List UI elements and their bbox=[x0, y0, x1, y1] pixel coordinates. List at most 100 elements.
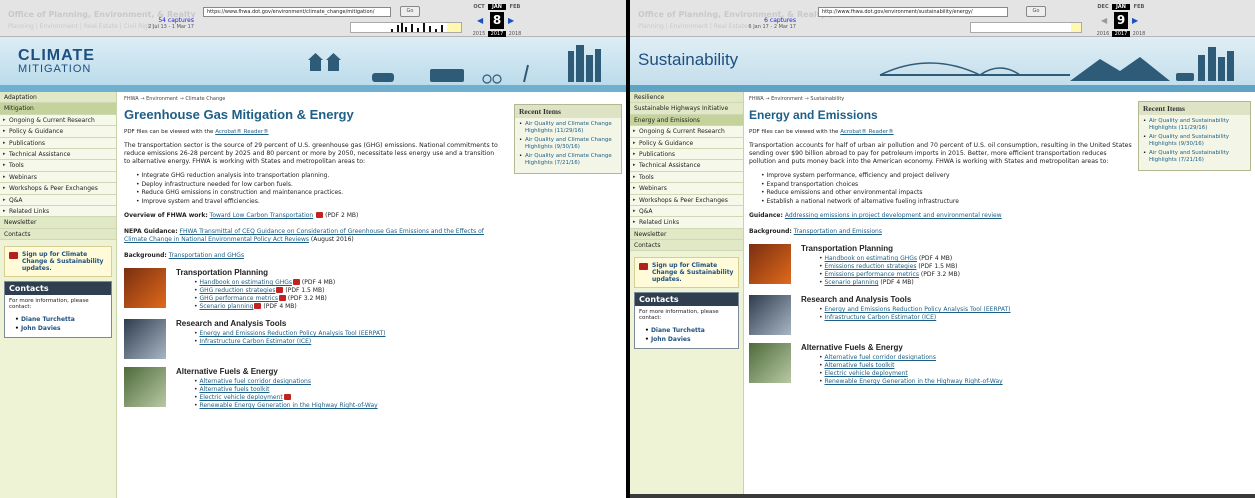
resource-link[interactable]: Electric vehicle deployment bbox=[199, 394, 282, 401]
section-link-item: Alternative fuel corridor designations bbox=[819, 354, 1003, 362]
signup-box[interactable]: Sign up for Climate Change & Sustainabil… bbox=[634, 257, 739, 289]
recent-item-link[interactable]: Air Quality and Sustainability Highlight… bbox=[1143, 134, 1246, 147]
sidebar-item[interactable]: Q&A bbox=[0, 194, 116, 206]
signup-box[interactable]: Sign up for Climate Change & Sustainabil… bbox=[4, 246, 112, 278]
sidebar-item[interactable]: Contacts bbox=[0, 228, 116, 241]
signup-text[interactable]: Sign up for Climate Change & Sustainabil… bbox=[22, 251, 107, 272]
resource-link[interactable]: Scenario planning bbox=[199, 303, 253, 310]
recent-item-link[interactable]: Air Quality and Climate Change Highlight… bbox=[519, 137, 617, 150]
sidebar-item[interactable]: Workshops & Peer Exchanges bbox=[630, 194, 743, 206]
sidebar-item[interactable]: Technical Assistance bbox=[630, 160, 743, 172]
captures-link[interactable]: 54 captures bbox=[158, 17, 194, 24]
sidebar-item[interactable]: Energy and Emissions bbox=[630, 114, 743, 127]
signup-text[interactable]: Sign up for Climate Change & Sustainabil… bbox=[652, 262, 734, 283]
resource-section: Transportation Planning Handbook on estim… bbox=[749, 244, 1135, 287]
prev-capture-arrow-icon[interactable]: ◀ bbox=[477, 16, 483, 25]
sidebar-item[interactable]: Related Links bbox=[0, 205, 116, 218]
background-link[interactable]: Transportation and Emissions bbox=[794, 228, 882, 235]
contacts-box: Contacts For more information, please co… bbox=[4, 281, 112, 339]
banner-illustration bbox=[308, 45, 601, 84]
resource-link[interactable]: Handbook on estimating GHGs bbox=[824, 255, 917, 262]
resource-link[interactable]: Emissions reduction strategies bbox=[824, 263, 916, 270]
prev-month[interactable]: OCT bbox=[470, 4, 488, 10]
recent-item-link[interactable]: Air Quality and Sustainability Highlight… bbox=[1143, 150, 1246, 163]
resource-link[interactable]: GHG performance metrics bbox=[199, 295, 278, 302]
wayback-go-button[interactable]: Go bbox=[400, 6, 420, 17]
sidebar-item[interactable]: Mitigation bbox=[0, 103, 116, 115]
acrobat-link[interactable]: Acrobat® Reader® bbox=[840, 129, 893, 135]
acrobat-text: PDF files can be viewed with the bbox=[749, 129, 839, 135]
contact-person[interactable]: John Davies bbox=[15, 324, 107, 333]
sidebar-item[interactable]: Sustainable Highways Initiative bbox=[630, 103, 743, 115]
wayback-url-input[interactable]: http://www.fhwa.dot.gov/environment/sust… bbox=[818, 7, 1008, 17]
sidebar-item[interactable]: Newsletter bbox=[0, 217, 116, 229]
resource-link[interactable]: Scenario planning bbox=[824, 279, 878, 286]
sidebar-item[interactable]: Webinars bbox=[630, 183, 743, 195]
captures-info: 6 captures 6 Jan 17 - 2 Mar 17 bbox=[748, 17, 796, 31]
acrobat-link[interactable]: Acrobat® Reader® bbox=[215, 129, 268, 135]
recent-item-link[interactable]: Air Quality and Sustainability Highlight… bbox=[1143, 118, 1246, 131]
wayback-go-button[interactable]: Go bbox=[1026, 6, 1046, 17]
guidance-label: Guidance: bbox=[749, 212, 783, 219]
sidebar-item[interactable]: Resilience bbox=[630, 92, 743, 104]
resource-link[interactable]: Alternative fuel corridor designations bbox=[199, 378, 311, 385]
resource-link[interactable]: Handbook on estimating GHGs bbox=[199, 279, 292, 286]
sidebar-item[interactable]: Tools bbox=[630, 171, 743, 184]
resource-link[interactable]: Emissions performance metrics bbox=[824, 271, 919, 278]
nepa-link[interactable]: FHWA Transmittal of CEQ Guidance on Cons… bbox=[124, 228, 484, 243]
right-screenshot-panel: Office of Planning, Environment, & Realt… bbox=[630, 0, 1255, 498]
sidebar-item[interactable]: Ongoing & Current Research bbox=[630, 126, 743, 138]
prev-month[interactable]: DEC bbox=[1094, 4, 1112, 10]
recent-item-link[interactable]: Air Quality and Climate Change Highlight… bbox=[519, 121, 617, 134]
next-capture-arrow-icon[interactable]: ▶ bbox=[508, 16, 514, 25]
captures-link[interactable]: 6 captures bbox=[764, 17, 796, 24]
resource-link[interactable]: Infrastructure Carbon Estimator (ICE) bbox=[824, 314, 936, 321]
sidebar-item[interactable]: Technical Assistance bbox=[0, 148, 116, 161]
guidance-link[interactable]: Addressing emissions in project developm… bbox=[785, 212, 1002, 219]
contact-person[interactable]: John Davies bbox=[645, 335, 734, 344]
section-link-item: Electric vehicle deployment bbox=[819, 370, 1003, 378]
building-icon bbox=[568, 51, 574, 82]
next-month[interactable]: FEB bbox=[506, 4, 524, 10]
sidebar-item[interactable]: Webinars bbox=[0, 171, 116, 184]
recent-item-link[interactable]: Air Quality and Climate Change Highlight… bbox=[519, 153, 617, 166]
sidebar-item[interactable]: Publications bbox=[0, 137, 116, 149]
overview-link[interactable]: Toward Low Carbon Transportation bbox=[210, 212, 314, 219]
sidebar-item[interactable]: Related Links bbox=[630, 217, 743, 229]
contacts-text: For more information, please contact: bbox=[639, 309, 719, 322]
prev-capture-arrow-icon[interactable]: ◀ bbox=[1101, 16, 1107, 25]
resource-link[interactable]: GHG reduction strategies bbox=[199, 287, 275, 294]
resource-link[interactable]: Energy and Emissions Reduction Policy An… bbox=[824, 306, 1010, 313]
contact-person[interactable]: Diane Turchetta bbox=[645, 326, 734, 335]
sidebar-item[interactable]: Newsletter bbox=[630, 228, 743, 241]
next-month[interactable]: FEB bbox=[1130, 4, 1148, 10]
section-link-list: Alternative fuel corridor designationsAl… bbox=[819, 354, 1003, 386]
sidebar-item[interactable]: Q&A bbox=[630, 205, 743, 218]
resource-link[interactable]: Alternative fuel corridor designations bbox=[824, 354, 936, 361]
breadcrumb[interactable]: FHWA → Environment → Sustainability bbox=[749, 96, 1135, 102]
next-capture-arrow-icon[interactable]: ▶ bbox=[1132, 16, 1138, 25]
contact-person[interactable]: Diane Turchetta bbox=[15, 315, 107, 324]
sidebar-item[interactable]: Contacts bbox=[630, 240, 743, 252]
breadcrumb[interactable]: FHWA → Environment → Climate Change bbox=[124, 96, 502, 102]
section-link-item: Emissions performance metrics (PDF 3.2 M… bbox=[819, 271, 959, 279]
resource-link[interactable]: Energy and Emissions Reduction Policy An… bbox=[199, 330, 385, 337]
wayback-url-input[interactable]: https://www.fhwa.dot.gov/environment/cli… bbox=[203, 7, 391, 17]
captures-sparkline[interactable] bbox=[970, 22, 1082, 33]
resource-link[interactable]: Renewable Energy Generation in the Highw… bbox=[199, 402, 377, 409]
resource-link[interactable]: Renewable Energy Generation in the Highw… bbox=[824, 378, 1002, 385]
sidebar-item[interactable]: Publications bbox=[630, 148, 743, 161]
section-link-item: Infrastructure Carbon Estimator (ICE) bbox=[819, 314, 1011, 322]
sidebar-item[interactable]: Ongoing & Current Research bbox=[0, 114, 116, 127]
resource-link[interactable]: Alternative fuels toolkit bbox=[824, 362, 894, 369]
background-link[interactable]: Transportation and GHGs bbox=[169, 252, 244, 259]
sidebar-item[interactable]: Policy & Guidance bbox=[0, 126, 116, 138]
resource-link[interactable]: Infrastructure Carbon Estimator (ICE) bbox=[199, 338, 311, 345]
resource-link[interactable]: Electric vehicle deployment bbox=[824, 370, 907, 377]
sidebar-item[interactable]: Adaptation bbox=[0, 92, 116, 104]
sidebar-item[interactable]: Policy & Guidance bbox=[630, 137, 743, 149]
captures-sparkline[interactable] bbox=[350, 22, 462, 33]
resource-link[interactable]: Alternative fuels toolkit bbox=[199, 386, 269, 393]
sidebar-item[interactable]: Workshops & Peer Exchanges bbox=[0, 183, 116, 195]
sidebar-item[interactable]: Tools bbox=[0, 160, 116, 172]
